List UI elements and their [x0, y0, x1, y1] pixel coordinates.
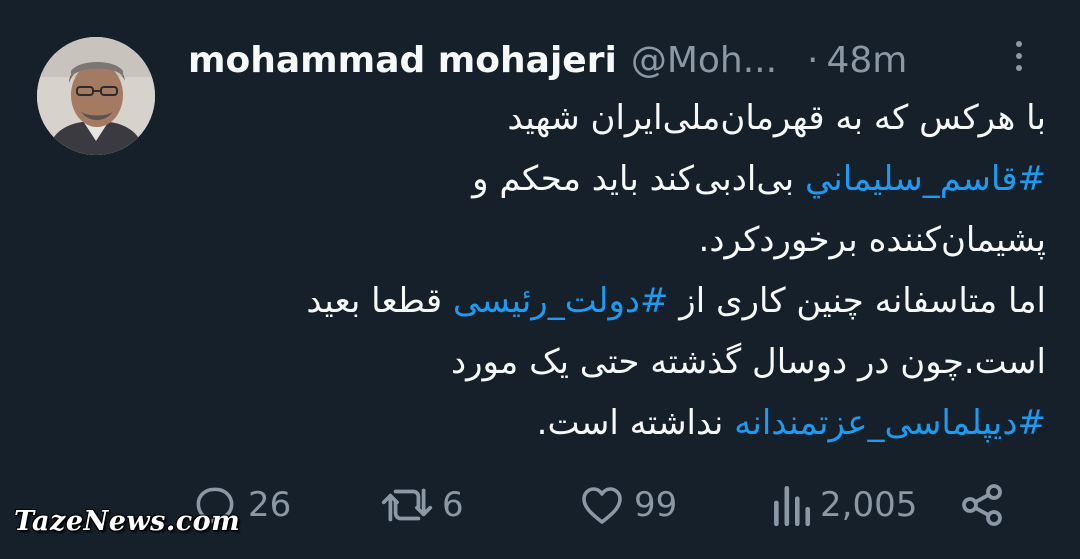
tweet-text-line: #قاسم_سليماني بی‌ادبی‌کند باید محکم و [200, 149, 1046, 210]
separator-dot: · [807, 39, 819, 81]
share-icon [962, 484, 1002, 526]
timestamp[interactable]: 48m [827, 40, 908, 81]
share-button[interactable] [958, 470, 1006, 540]
heart-icon [582, 487, 622, 524]
reply-count: 26 [248, 485, 292, 525]
tweet-text-line: #دیپلماسی_عزتمندانه نداشته است. [200, 393, 1046, 454]
hashtag-link[interactable]: #دولت_رئیسی [453, 281, 669, 321]
tweet-text-segment: بی‌ادبی‌کند باید محکم و [472, 159, 805, 199]
tweet-text-segment: اما متاسفانه چنین کاری از [668, 281, 1046, 321]
hashtag-link[interactable]: #قاسم_سليماني [805, 159, 1046, 199]
tweet-text-segment: قطعا بعید [306, 281, 453, 321]
tweet-text-line: است.چون در دوسال گذشته حتی یک مورد [200, 332, 1046, 393]
tweet-text: با هرکس که به قهرمان‌ملی‌ایران شهید #قاسم… [200, 88, 1046, 454]
retweet-button[interactable]: 6 [380, 470, 464, 540]
views-icon [774, 485, 811, 527]
tweet-text-segment: پشیمان‌کننده برخوردکرد. [698, 220, 1046, 260]
tweet-text-segment: است.چون در دوسال گذشته حتی یک مورد [450, 342, 1046, 382]
like-button[interactable]: 99 [578, 470, 677, 540]
tweet-text-segment: نداشته است. [536, 403, 735, 443]
tweet-text-line: اما متاسفانه چنین کاری از #دولت_رئیسی قط… [200, 271, 1046, 332]
tweet-header: mohammad mohajeri @Moh... · 48m [188, 32, 1048, 88]
tweet-text-line: با هرکس که به قهرمان‌ملی‌ایران شهید [200, 88, 1046, 149]
hashtag-link[interactable]: #دیپلماسی_عزتمندانه [734, 403, 1046, 443]
profile-photo [37, 37, 155, 155]
like-count: 99 [634, 485, 678, 525]
user-handle[interactable]: @Moh... [631, 40, 777, 81]
retweet-count: 6 [442, 485, 464, 525]
tweet-text-segment: با هرکس که به قهرمان‌ملی‌ایران شهید [507, 98, 1046, 138]
views-count: 2,005 [820, 485, 918, 525]
retweet-icon [381, 488, 433, 522]
tweet-card[interactable]: mohammad mohajeri @Moh... · 48m با هرکس … [0, 0, 1080, 559]
views-button[interactable]: 2,005 [770, 470, 917, 540]
more-vertical-icon[interactable] [1012, 38, 1026, 74]
watermark: TazeNews.com [14, 506, 241, 537]
tweet-text-line: پشیمان‌کننده برخوردکرد. [200, 210, 1046, 271]
display-name[interactable]: mohammad mohajeri [188, 40, 617, 81]
avatar[interactable] [37, 37, 155, 155]
